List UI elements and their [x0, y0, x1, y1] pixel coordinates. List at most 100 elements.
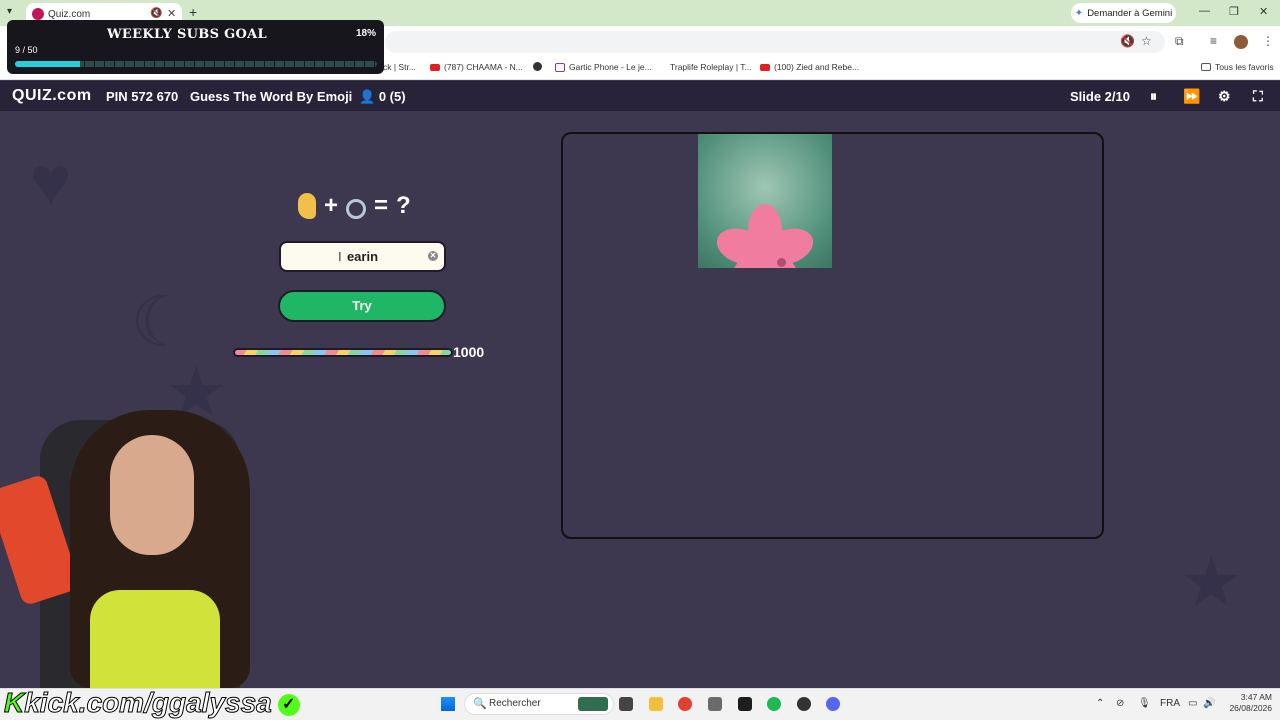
plus-sign: +	[324, 192, 339, 219]
verified-check-icon: ✓	[277, 693, 300, 716]
globe-icon	[533, 62, 542, 71]
player-count-label: 0 (5)	[378, 89, 406, 104]
discord-icon[interactable]	[826, 697, 840, 711]
quiz-favicon-icon	[32, 8, 44, 20]
kick-channel-overlay: Kkick.com/ggalyssa ✓	[0, 687, 400, 720]
microphone-icon[interactable]: 🎙	[1138, 698, 1151, 709]
window-close-icon[interactable]: ✕	[1259, 5, 1268, 18]
question-mark: ?	[396, 192, 411, 219]
snipping-tool-icon[interactable]	[708, 697, 722, 711]
file-explorer-icon[interactable]	[649, 697, 663, 711]
gartic-icon	[555, 62, 565, 72]
bookmark-label: (100) Zied and Rebe...	[774, 62, 860, 72]
gemini-sparkle-icon: ✦	[1074, 7, 1084, 19]
goal-count: 9 / 50	[15, 45, 38, 55]
spotify-icon[interactable]	[767, 697, 781, 711]
game-title: Guess The Word By Emoji	[190, 89, 353, 104]
bookmark-item[interactable]	[533, 62, 542, 71]
volume-icon[interactable]: 🔊	[1203, 698, 1215, 709]
pink-flower-image	[698, 134, 832, 268]
clock-date: 26/08/2026	[1229, 703, 1272, 713]
favorites-label: Tous les favoris	[1215, 62, 1274, 72]
person-icon: 👤	[359, 89, 379, 104]
goal-progress-fill	[15, 61, 81, 67]
language-indicator[interactable]: FRA	[1160, 698, 1180, 709]
points-timer-fill	[235, 350, 451, 355]
quiz-logo[interactable]: QUIZ.com	[12, 87, 92, 105]
bookmark-label: ck | Str...	[383, 62, 416, 72]
obs-icon[interactable]	[797, 697, 811, 711]
network-icon[interactable]: ⊘	[1116, 698, 1124, 709]
skip-forward-icon[interactable]: ⏩	[1183, 88, 1200, 105]
minimize-icon[interactable]: —	[1199, 5, 1210, 17]
tab-close-icon[interactable]: ✕	[167, 7, 176, 20]
game-header: QUIZ.com PIN 572 670 Guess The Word By E…	[0, 81, 1280, 111]
bookmark-star-icon[interactable]: ☆	[1141, 34, 1152, 48]
try-button[interactable]: Try	[278, 290, 446, 322]
webcam-feed	[0, 410, 285, 688]
mute-site-icon[interactable]: 🔇	[1120, 34, 1135, 48]
all-favorites[interactable]: Tous les favoris	[1201, 62, 1274, 72]
task-view-icon[interactable]	[619, 697, 633, 711]
chrome-icon[interactable]	[678, 697, 692, 711]
weekly-subs-goal-overlay: WEEKLY SUBS GOAL 18% 9 / 50	[7, 20, 384, 74]
equals-sign: =	[374, 192, 389, 219]
omnibox[interactable]	[385, 31, 1165, 53]
player-count: 👤 0 (5)	[359, 89, 406, 105]
clock-time: 3:47 AM	[1240, 692, 1272, 702]
taskbar-search-label: Rechercher	[489, 698, 541, 709]
folder-icon	[1201, 63, 1211, 71]
kick-channel-url: kick.com/ggalyssa	[24, 687, 272, 718]
tab-search-chevron-icon[interactable]: ▾	[7, 6, 12, 17]
ring-icon	[346, 199, 367, 219]
answer-value: earin	[346, 249, 379, 264]
slide-indicator: Slide 2/10	[1070, 89, 1130, 104]
youtube-icon	[760, 63, 770, 71]
youtube-icon	[430, 63, 440, 71]
display-icon[interactable]: ▭	[1188, 698, 1197, 709]
system-clock[interactable]: 3:47 AM 26/08/2026	[1222, 692, 1272, 714]
bookmark-label: Traplife Roleplay | T...	[670, 62, 752, 72]
clear-input-icon[interactable]: ✕	[428, 251, 438, 261]
extensions-icon[interactable]: ⧉	[1175, 34, 1184, 49]
media-controls-icon[interactable]: ≡	[1210, 34, 1217, 48]
points-timer-bar	[233, 348, 453, 357]
browser-menu-icon[interactable]: ⋮	[1262, 34, 1274, 48]
tab-title: Quiz.com	[48, 9, 91, 20]
bookmark-item[interactable]: Traplife Roleplay | T...	[656, 62, 752, 72]
goal-progress-track	[15, 61, 377, 67]
settings-gear-icon[interactable]: ⚙	[1218, 88, 1231, 105]
emoji-question: + = ?	[298, 192, 411, 220]
gemini-button[interactable]: ✦ Demander à Gemini	[1071, 3, 1176, 23]
bookmark-item[interactable]: (100) Zied and Rebe...	[760, 62, 859, 72]
profile-avatar[interactable]	[1234, 35, 1248, 49]
pause-icon[interactable]: ⏸	[1150, 88, 1157, 105]
bookmark-item[interactable]: (787) CHAAMA - N...	[430, 62, 523, 72]
tray-expand-icon[interactable]: ⌃	[1096, 698, 1104, 709]
windows-start-icon[interactable]	[441, 697, 455, 711]
points-value: 1000	[453, 344, 485, 360]
star-decoration-icon: ★	[1180, 543, 1243, 621]
tab-mute-icon[interactable]: 🔇	[150, 8, 162, 19]
goal-percent: 18%	[355, 28, 376, 39]
bookmark-label: (787) CHAAMA - N...	[444, 62, 523, 72]
widget-icon[interactable]	[578, 697, 608, 711]
text-cursor-icon: I	[338, 249, 342, 264]
ear-icon	[298, 193, 316, 219]
image-panel	[561, 132, 1104, 539]
page-icon	[656, 63, 666, 71]
bookmark-label: Gartic Phone - Le je...	[569, 62, 652, 72]
bookmark-item[interactable]: ck | Str...	[383, 62, 416, 72]
terminal-icon[interactable]	[738, 697, 752, 711]
fullscreen-icon[interactable]: ⛶	[1253, 88, 1263, 105]
goal-title: WEEKLY SUBS GOAL	[107, 27, 267, 42]
heart-decoration-icon: ♥	[30, 142, 72, 220]
gemini-label: Demander à Gemini	[1087, 7, 1173, 19]
kick-logo-icon: K	[3, 687, 25, 718]
restore-icon[interactable]: ❐	[1229, 5, 1239, 18]
answer-input[interactable]: I earin ✕	[279, 241, 446, 272]
bookmark-item[interactable]: Gartic Phone - Le je...	[555, 62, 652, 72]
game-pin: PIN 572 670	[106, 89, 179, 104]
search-icon: 🔍	[473, 698, 487, 710]
new-tab-icon[interactable]: +	[189, 4, 197, 20]
